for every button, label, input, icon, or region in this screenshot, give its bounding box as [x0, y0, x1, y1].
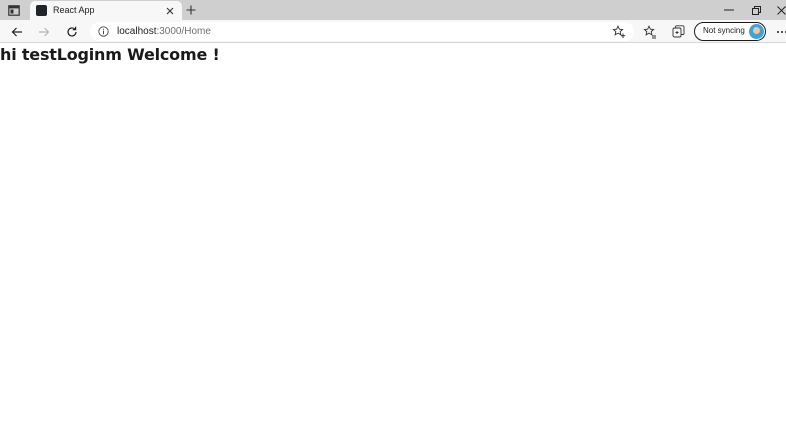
- profile-label: Not syncing: [703, 26, 745, 35]
- avatar: [749, 24, 764, 39]
- browser-toolbar: localhost:3000/Home Not syncing: [0, 20, 786, 43]
- info-icon[interactable]: [98, 26, 109, 37]
- favorites-icon[interactable]: [641, 23, 659, 40]
- react-favicon-icon: [36, 5, 47, 16]
- address-bar[interactable]: localhost:3000/Home: [90, 22, 634, 41]
- tab-strip: React App: [0, 0, 786, 20]
- more-icon[interactable]: [773, 23, 786, 40]
- back-arrow-icon[interactable]: [8, 23, 26, 40]
- minimize-icon[interactable]: [720, 2, 738, 18]
- url-host: localhost: [117, 26, 157, 37]
- collections-icon[interactable]: [669, 23, 687, 40]
- forward-arrow-icon[interactable]: [35, 23, 53, 40]
- page-viewport: hi testLoginm Welcome !: [0, 44, 786, 430]
- refresh-icon[interactable]: [63, 23, 81, 40]
- window-close-icon[interactable]: [772, 2, 786, 18]
- welcome-heading: hi testLoginm Welcome !: [0, 45, 220, 64]
- tab-actions-icon[interactable]: [5, 3, 23, 17]
- url-path: :3000/Home: [156, 26, 211, 37]
- plus-icon[interactable]: [183, 2, 199, 18]
- url-text[interactable]: localhost:3000/Home: [117, 26, 211, 37]
- add-favorite-icon[interactable]: [612, 25, 626, 39]
- restore-icon[interactable]: [747, 2, 765, 18]
- close-icon[interactable]: [163, 4, 176, 17]
- profile-button[interactable]: Not syncing: [694, 22, 766, 41]
- browser-window: React App localhost:3000/Home Not syncin…: [0, 0, 786, 430]
- tab-title: React App: [53, 5, 95, 15]
- tab-react-app[interactable]: React App: [30, 1, 182, 20]
